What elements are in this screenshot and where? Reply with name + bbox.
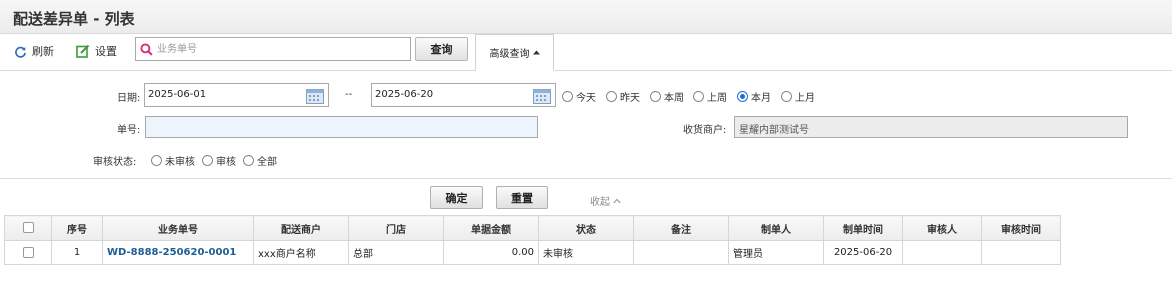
supplier-cell: xxx商户名称 (253, 240, 349, 265)
range-this-week-radio[interactable]: 本周 (650, 89, 684, 104)
radio-circle-selected[interactable] (737, 91, 748, 102)
merchant-label: 收货商户: (683, 125, 727, 136)
range-this-month-radio[interactable]: 本月 (737, 89, 771, 104)
calendar-icon[interactable] (306, 87, 324, 104)
date-separator: -- (345, 89, 353, 100)
column-header[interactable]: 制单人 (728, 215, 824, 241)
audit-unaudited-radio[interactable]: 未审核 (151, 153, 195, 168)
column-header[interactable]: 审核人 (902, 215, 982, 241)
radio-circle[interactable] (606, 91, 617, 102)
reset-button[interactable]: 重置 (496, 186, 548, 209)
column-header[interactable]: 配送商户 (253, 215, 349, 241)
range-today-radio[interactable]: 今天 (562, 89, 596, 104)
data-table: 序号 业务单号 配送商户 门店 单据金额 状态 备注 制单人 制单时间 审核人 … (4, 215, 1061, 265)
range-last-week-label: 上周 (707, 93, 727, 104)
search-icon (140, 43, 153, 56)
confirm-button[interactable]: 确定 (430, 186, 483, 209)
toolbar: 刷新 设置 查询 高级查询 (0, 34, 1172, 71)
caret-up-icon (532, 50, 540, 55)
settings-label: 设置 (95, 45, 117, 58)
collapse-label: 收起 (590, 197, 610, 208)
refresh-label: 刷新 (32, 45, 54, 58)
merchant-value: 星耀内部测试号 (739, 125, 809, 136)
collapse-toggle[interactable]: 收起 (590, 193, 621, 208)
radio-circle[interactable] (202, 155, 213, 166)
table-row[interactable]: 1 WD-8888-250620-0001 xxx商户名称 总部 0.00 未审… (4, 240, 1061, 265)
range-last-month-radio[interactable]: 上月 (781, 89, 815, 104)
radio-circle[interactable] (243, 155, 254, 166)
select-all-cell[interactable] (4, 215, 52, 241)
date-label: 日期: (117, 93, 141, 104)
remark-cell (633, 240, 729, 265)
auditor-cell (902, 240, 982, 265)
range-today-label: 今天 (576, 93, 596, 104)
audit-time-cell (981, 240, 1061, 265)
merchant-field: 星耀内部测试号 (734, 116, 1128, 138)
range-this-week-label: 本周 (664, 93, 684, 104)
order-no-input[interactable] (145, 116, 538, 138)
status-cell: 未审核 (538, 240, 634, 265)
radio-circle[interactable] (650, 91, 661, 102)
store-cell: 总部 (348, 240, 444, 265)
radio-circle[interactable] (693, 91, 704, 102)
audit-all-radio[interactable]: 全部 (243, 153, 277, 168)
advanced-query-label: 高级查询 (489, 49, 530, 60)
date-end-value: 2025-06-20 (375, 89, 434, 100)
column-header[interactable]: 备注 (633, 215, 729, 241)
audit-status-label: 审核状态: (93, 157, 137, 168)
advanced-query-tab[interactable]: 高级查询 (475, 34, 554, 71)
radio-circle[interactable] (151, 155, 162, 166)
refresh-button[interactable]: 刷新 (14, 42, 54, 60)
settings-button[interactable]: 设置 (76, 42, 117, 60)
query-button[interactable]: 查询 (415, 37, 468, 61)
range-yesterday-label: 昨天 (620, 93, 640, 104)
column-header[interactable]: 序号 (51, 215, 103, 241)
row-select-cell[interactable] (4, 240, 52, 265)
filter-divider (0, 178, 1172, 179)
column-header[interactable]: 单据金额 (443, 215, 539, 241)
range-yesterday-radio[interactable]: 昨天 (606, 89, 640, 104)
range-last-week-radio[interactable]: 上周 (693, 89, 727, 104)
calendar-icon[interactable] (533, 87, 551, 104)
column-header[interactable]: 状态 (538, 215, 634, 241)
chevron-up-icon (613, 198, 621, 203)
audit-all-label: 全部 (257, 157, 277, 168)
table-header-row: 序号 业务单号 配送商户 门店 单据金额 状态 备注 制单人 制单时间 审核人 … (4, 215, 1061, 241)
page-title: 配送差异单 - 列表 (13, 10, 135, 28)
audit-audited-radio[interactable]: 审核 (202, 153, 236, 168)
created-time-cell: 2025-06-20 (823, 240, 903, 265)
column-header[interactable]: 审核时间 (981, 215, 1061, 241)
date-end-field[interactable]: 2025-06-20 (371, 83, 556, 107)
radio-circle[interactable] (562, 91, 573, 102)
audit-unaudited-label: 未审核 (165, 157, 195, 168)
order-no-text[interactable]: WD-8888-250620-0001 (107, 247, 236, 258)
column-header[interactable]: 门店 (348, 215, 444, 241)
edit-settings-icon (76, 44, 90, 58)
amount-cell: 0.00 (443, 240, 539, 265)
search-input[interactable] (157, 40, 407, 58)
range-this-month-label: 本月 (751, 93, 771, 104)
row-index: 1 (51, 240, 103, 265)
radio-circle[interactable] (781, 91, 792, 102)
date-start-value: 2025-06-01 (148, 89, 207, 100)
creator-cell: 管理员 (728, 240, 824, 265)
column-header[interactable]: 业务单号 (102, 215, 254, 241)
range-last-month-label: 上月 (795, 93, 815, 104)
refresh-icon (15, 46, 26, 58)
audit-audited-label: 审核 (216, 157, 236, 168)
date-start-field[interactable]: 2025-06-01 (144, 83, 329, 107)
search-box (135, 37, 411, 61)
title-bar: 配送差异单 - 列表 (0, 0, 1172, 34)
select-all-checkbox[interactable] (22, 222, 34, 234)
column-header[interactable]: 制单时间 (823, 215, 903, 241)
order-no-link[interactable]: WD-8888-250620-0001 (102, 240, 254, 265)
order-no-label: 单号: (117, 125, 141, 136)
row-checkbox[interactable] (22, 246, 34, 258)
